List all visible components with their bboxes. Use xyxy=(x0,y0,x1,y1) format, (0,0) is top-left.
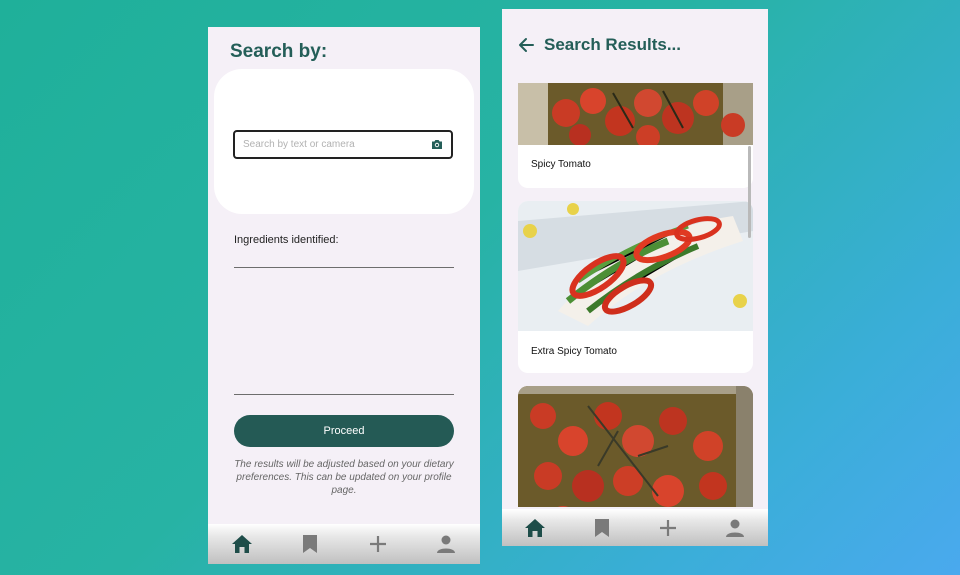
search-input[interactable] xyxy=(243,139,430,150)
bookmark-icon[interactable] xyxy=(299,533,321,555)
recipe-image xyxy=(518,83,753,145)
scrollbar[interactable] xyxy=(748,146,751,238)
bottom-nav xyxy=(208,524,480,564)
home-icon[interactable] xyxy=(231,533,253,555)
divider xyxy=(234,267,454,268)
plus-icon[interactable] xyxy=(657,517,679,539)
result-card[interactable]: Spicy Tomato xyxy=(518,83,753,188)
results-list: Spicy Tomato Extra Spicy Tomato xyxy=(518,83,753,507)
search-screen: Search by: Ingredients identified: Proce… xyxy=(208,27,480,564)
dietary-note: The results will be adjusted based on yo… xyxy=(234,459,454,496)
back-arrow-icon[interactable] xyxy=(518,37,534,53)
divider xyxy=(234,394,454,395)
recipe-title: Spicy Tomato xyxy=(531,159,591,170)
plus-icon[interactable] xyxy=(367,533,389,555)
result-card[interactable]: Extra Spicy Tomato xyxy=(518,201,753,373)
recipe-title: Extra Spicy Tomato xyxy=(531,346,617,357)
page-title: Search Results... xyxy=(544,35,682,54)
proceed-button[interactable]: Proceed xyxy=(234,415,454,447)
page-title: Search by: xyxy=(230,41,328,62)
bottom-nav xyxy=(502,509,768,546)
profile-icon[interactable] xyxy=(435,533,457,555)
profile-icon[interactable] xyxy=(724,517,746,539)
bookmark-icon[interactable] xyxy=(591,517,613,539)
ingredients-label: Ingredients identified: xyxy=(234,234,339,246)
results-screen: Search Results... Spicy Tomato Extra Spi… xyxy=(502,9,768,546)
recipe-image xyxy=(518,201,753,331)
recipe-image xyxy=(518,386,753,507)
result-card[interactable] xyxy=(518,386,753,507)
search-card xyxy=(214,69,474,214)
search-field[interactable] xyxy=(233,130,453,159)
camera-icon[interactable] xyxy=(430,138,443,151)
home-icon[interactable] xyxy=(524,517,546,539)
